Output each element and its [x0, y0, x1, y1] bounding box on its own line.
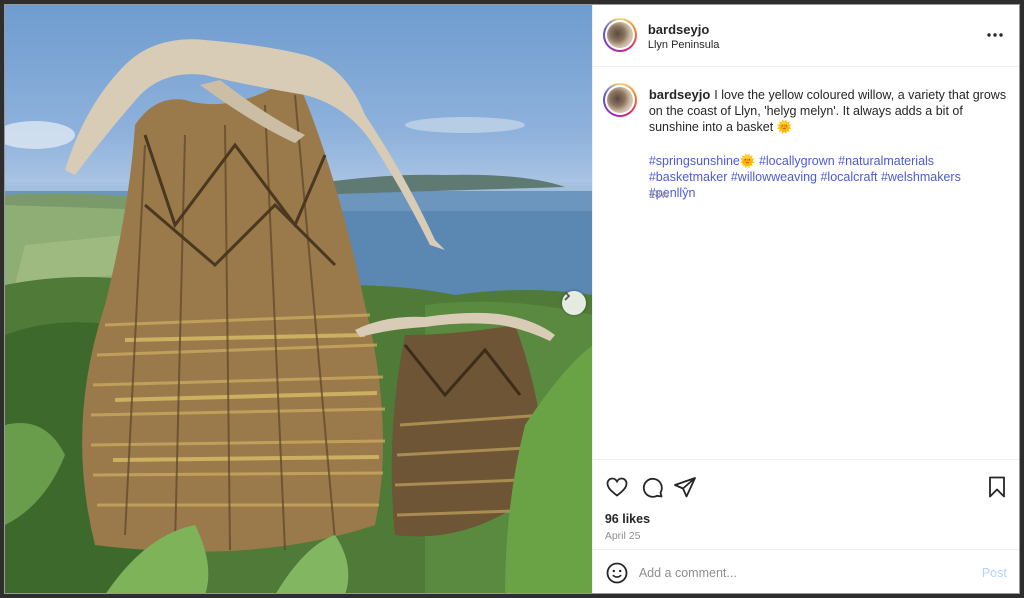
author-username[interactable]: bardseyjo — [648, 22, 709, 37]
post-side-panel: bardseyjo Llyn Peninsula bardseyjo I love… — [591, 5, 1019, 593]
next-photo-button[interactable] — [562, 291, 586, 315]
hashtag[interactable]: #locallygrown — [759, 154, 835, 168]
action-bar: 96 likes April 25 — [592, 459, 1019, 549]
post-location[interactable]: Llyn Peninsula — [648, 39, 720, 51]
sun-emoji: 🌞 — [776, 120, 793, 134]
caption-avatar[interactable] — [602, 83, 637, 117]
share-icon[interactable] — [673, 475, 697, 499]
hashtag[interactable]: #basketmaker — [649, 170, 728, 184]
comment-bar: Post — [592, 549, 1019, 593]
emoji-icon[interactable] — [605, 561, 629, 585]
hashtag[interactable]: #naturalmaterials — [838, 154, 934, 168]
hashtag[interactable]: #welshmakers — [881, 170, 961, 184]
post-modal: bardseyjo Llyn Peninsula bardseyjo I love… — [4, 4, 1020, 594]
basket-photo-illustration — [5, 39, 592, 593]
post-photo[interactable] — [5, 5, 592, 593]
hashtag[interactable]: #localcraft — [820, 170, 877, 184]
caption-text: bardseyjo I love the yellow coloured will… — [649, 87, 1009, 135]
post-date[interactable]: April 25 — [605, 530, 641, 542]
sun-emoji: 🌞 — [739, 154, 756, 168]
likes-count[interactable]: 96 likes — [605, 512, 650, 526]
chevron-right-icon — [564, 291, 571, 301]
hashtag-list: #springsunshine🌞 #locallygrown #naturalm… — [649, 153, 1009, 201]
comment-icon[interactable] — [640, 475, 664, 499]
bookmark-icon[interactable] — [985, 475, 1009, 499]
caption-section: bardseyjo I love the yellow coloured will… — [593, 67, 1019, 459]
hashtag[interactable]: #springsunshine — [649, 154, 740, 168]
caption-username[interactable]: bardseyjo — [649, 87, 710, 102]
heart-icon[interactable] — [605, 475, 629, 499]
comment-input[interactable] — [638, 562, 959, 584]
more-options-icon[interactable] — [985, 25, 1005, 45]
hashtag[interactable]: #willowweaving — [731, 170, 817, 184]
author-avatar[interactable] — [602, 18, 637, 52]
post-header: bardseyjo Llyn Peninsula — [592, 5, 1019, 67]
caption-time-ago[interactable]: 18w — [649, 189, 669, 201]
post-comment-button[interactable]: Post — [982, 566, 1007, 580]
